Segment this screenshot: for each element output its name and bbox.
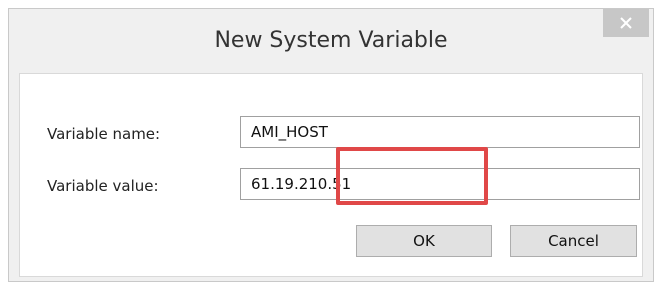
close-button[interactable]	[603, 9, 649, 37]
variable-name-input[interactable]	[240, 116, 640, 148]
new-system-variable-dialog: New System Variable Variable name: Varia…	[8, 8, 654, 282]
ok-button[interactable]: OK	[356, 225, 492, 257]
close-icon	[620, 17, 632, 29]
title-bar[interactable]: New System Variable	[9, 9, 653, 73]
dialog-content: Variable name: Variable value: OK Cancel	[19, 73, 643, 277]
dialog-title: New System Variable	[214, 28, 448, 53]
cancel-button[interactable]: Cancel	[510, 225, 637, 257]
variable-value-label: Variable value:	[47, 177, 159, 195]
variable-value-input[interactable]	[240, 168, 640, 200]
variable-name-label: Variable name:	[47, 125, 161, 143]
